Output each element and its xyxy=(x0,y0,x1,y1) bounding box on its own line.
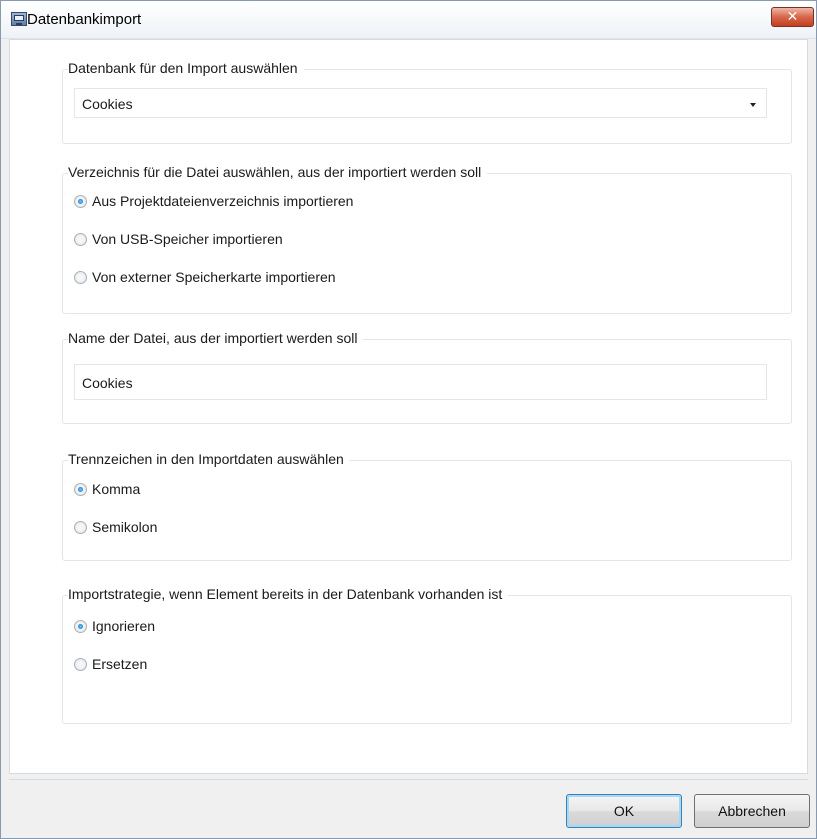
strategy-group: Importstrategie, wenn Element bereits in… xyxy=(62,586,792,724)
radio-button-checked[interactable] xyxy=(74,195,87,208)
radio-label: Semikolon xyxy=(92,519,158,535)
radio-button-checked[interactable] xyxy=(74,620,87,633)
database-group: Datenbank für den Import auswählen Cooki… xyxy=(62,60,792,144)
database-app-icon xyxy=(11,12,27,26)
window-title: Datenbankimport xyxy=(27,11,142,28)
radio-label: Komma xyxy=(92,481,141,497)
radio-button-checked[interactable] xyxy=(74,483,87,496)
cancel-button[interactable]: Abbrechen xyxy=(694,794,810,828)
close-button[interactable]: ✕ xyxy=(771,7,814,27)
separator-group-label: Trennzeichen in den Importdaten auswähle… xyxy=(68,451,350,467)
filename-group: Name der Datei, aus der importiert werde… xyxy=(62,330,792,424)
radio-label: Aus Projektdateienverzeichnis importiere… xyxy=(92,193,354,209)
strategy-group-label: Importstrategie, wenn Element bereits in… xyxy=(68,586,509,602)
directory-group: Verzeichnis für die Datei auswählen, aus… xyxy=(62,164,792,314)
filename-group-label: Name der Datei, aus der importiert werde… xyxy=(68,330,364,346)
dialog-window: Datenbankimport ✕ Datenbank für den Impo… xyxy=(0,0,817,839)
radio-button[interactable] xyxy=(74,658,87,671)
radio-button[interactable] xyxy=(74,271,87,284)
dialog-content: Datenbank für den Import auswählen Cooki… xyxy=(9,39,808,774)
filename-input-value: Cookies xyxy=(82,375,133,391)
directory-group-label: Verzeichnis für die Datei auswählen, aus… xyxy=(68,164,488,180)
database-group-label: Datenbank für den Import auswählen xyxy=(68,60,304,76)
radio-label: Ignorieren xyxy=(92,618,156,634)
strategy-group-frame xyxy=(62,595,792,724)
radio-button[interactable] xyxy=(74,233,87,246)
separator-group-frame xyxy=(62,460,792,561)
filename-input[interactable]: Cookies xyxy=(74,364,767,400)
footer-divider xyxy=(9,779,808,780)
radio-button[interactable] xyxy=(74,521,87,534)
radio-label: Ersetzen xyxy=(92,656,148,672)
separator-group: Trennzeichen in den Importdaten auswähle… xyxy=(62,451,792,561)
radio-label: Von externer Speicherkarte importieren xyxy=(92,269,336,285)
ok-button[interactable]: OK xyxy=(566,794,682,828)
title-bar[interactable]: Datenbankimport ✕ xyxy=(1,1,816,39)
database-select[interactable]: Cookies xyxy=(74,88,767,118)
database-select-value: Cookies xyxy=(82,96,133,112)
chevron-down-icon xyxy=(750,103,756,107)
radio-label: Von USB-Speicher importieren xyxy=(92,231,283,247)
